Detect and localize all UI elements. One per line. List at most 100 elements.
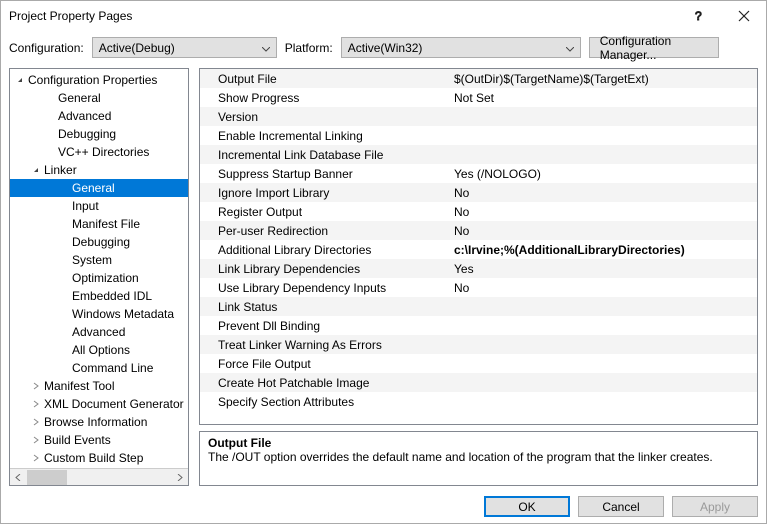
tree-item-label: Advanced bbox=[58, 109, 111, 123]
property-row[interactable]: Incremental Link Database File bbox=[200, 145, 757, 164]
tree-item-label: Input bbox=[72, 199, 99, 213]
scroll-right-icon[interactable] bbox=[171, 469, 188, 486]
property-row[interactable]: Suppress Startup BannerYes (/NOLOGO) bbox=[200, 164, 757, 183]
help-box: Output File The /OUT option overrides th… bbox=[199, 431, 758, 486]
tree-item-label: Debugging bbox=[72, 235, 130, 249]
chevron-down-icon[interactable] bbox=[14, 74, 26, 86]
tree-item-label: Advanced bbox=[72, 325, 125, 339]
property-row[interactable]: Link Status bbox=[200, 297, 757, 316]
tree-item[interactable]: All Options bbox=[10, 341, 188, 359]
tree-item-label: Browse Information bbox=[44, 415, 147, 429]
tree-item[interactable]: General bbox=[10, 179, 188, 197]
config-manager-button[interactable]: Configuration Manager... bbox=[589, 37, 719, 58]
scroll-left-icon[interactable] bbox=[10, 469, 27, 486]
property-value[interactable]: Yes bbox=[450, 262, 757, 276]
property-row[interactable]: Show ProgressNot Set bbox=[200, 88, 757, 107]
chevron-right-icon[interactable] bbox=[30, 380, 42, 392]
cancel-button[interactable]: Cancel bbox=[578, 496, 664, 517]
tree-item[interactable]: Build Events bbox=[10, 431, 188, 449]
property-value[interactable]: Not Set bbox=[450, 91, 757, 105]
help-body: The /OUT option overrides the default na… bbox=[208, 450, 749, 464]
tree-horizontal-scrollbar[interactable] bbox=[10, 468, 188, 485]
tree-item[interactable]: General bbox=[10, 89, 188, 107]
tree-item-label: Embedded IDL bbox=[72, 289, 152, 303]
tree-item-label: Linker bbox=[44, 163, 77, 177]
tree-item-label: Custom Build Step bbox=[44, 451, 143, 465]
tree-item[interactable]: Linker bbox=[10, 161, 188, 179]
title-bar: Project Property Pages ? bbox=[1, 1, 766, 31]
apply-label: Apply bbox=[700, 500, 730, 514]
tree-item[interactable]: Embedded IDL bbox=[10, 287, 188, 305]
tree-item[interactable]: Command Line bbox=[10, 359, 188, 377]
property-name: Link Status bbox=[200, 300, 450, 314]
tree-item[interactable]: Manifest File bbox=[10, 215, 188, 233]
tree-item[interactable]: VC++ Directories bbox=[10, 143, 188, 161]
tree-item[interactable]: System bbox=[10, 251, 188, 269]
platform-label: Platform: bbox=[285, 41, 333, 55]
tree-item[interactable]: Debugging bbox=[10, 233, 188, 251]
tree-item[interactable]: Input bbox=[10, 197, 188, 215]
chevron-right-icon[interactable] bbox=[30, 434, 42, 446]
property-name: Specify Section Attributes bbox=[200, 395, 450, 409]
property-value[interactable]: No bbox=[450, 205, 757, 219]
tree-item[interactable]: Manifest Tool bbox=[10, 377, 188, 395]
tree-item[interactable]: XML Document Generator bbox=[10, 395, 188, 413]
property-value[interactable]: No bbox=[450, 224, 757, 238]
tree-item[interactable]: Advanced bbox=[10, 107, 188, 125]
apply-button[interactable]: Apply bbox=[672, 496, 758, 517]
property-row[interactable]: Per-user RedirectionNo bbox=[200, 221, 757, 240]
property-row[interactable]: Register OutputNo bbox=[200, 202, 757, 221]
platform-dropdown[interactable]: Active(Win32) bbox=[341, 37, 581, 58]
tree-item-label: Manifest File bbox=[72, 217, 140, 231]
chevron-right-icon[interactable] bbox=[30, 416, 42, 428]
tree-item[interactable]: Custom Build Step bbox=[10, 449, 188, 467]
tree-item-label: General bbox=[72, 181, 115, 195]
tree-item-label: XML Document Generator bbox=[44, 397, 184, 411]
tree-item-label: Windows Metadata bbox=[72, 307, 174, 321]
property-row[interactable]: Output File$(OutDir)$(TargetName)$(Targe… bbox=[200, 69, 757, 88]
tree-item[interactable]: Windows Metadata bbox=[10, 305, 188, 323]
tree-item[interactable]: Advanced bbox=[10, 323, 188, 341]
chevron-right-icon[interactable] bbox=[30, 398, 42, 410]
property-row[interactable]: Link Library DependenciesYes bbox=[200, 259, 757, 278]
tree[interactable]: Configuration PropertiesGeneralAdvancedD… bbox=[10, 69, 188, 468]
close-button[interactable] bbox=[721, 1, 766, 31]
property-value[interactable]: No bbox=[450, 186, 757, 200]
help-icon: ? bbox=[692, 9, 706, 23]
config-label: Configuration: bbox=[9, 41, 84, 55]
tree-item-label: Manifest Tool bbox=[44, 379, 114, 393]
chevron-down-icon[interactable] bbox=[30, 164, 42, 176]
property-row[interactable]: Ignore Import LibraryNo bbox=[200, 183, 757, 202]
property-row[interactable]: Additional Library Directoriesc:\Irvine;… bbox=[200, 240, 757, 259]
property-value[interactable]: No bbox=[450, 281, 757, 295]
property-value[interactable]: c:\Irvine;%(AdditionalLibraryDirectories… bbox=[450, 243, 757, 257]
tree-item[interactable]: Configuration Properties bbox=[10, 71, 188, 89]
chevron-down-icon bbox=[262, 41, 270, 55]
tree-item[interactable]: Optimization bbox=[10, 269, 188, 287]
property-name: Show Progress bbox=[200, 91, 450, 105]
property-row[interactable]: Treat Linker Warning As Errors bbox=[200, 335, 757, 354]
property-name: Treat Linker Warning As Errors bbox=[200, 338, 450, 352]
property-value[interactable]: Yes (/NOLOGO) bbox=[450, 167, 757, 181]
property-value[interactable]: $(OutDir)$(TargetName)$(TargetExt) bbox=[450, 72, 757, 86]
main-area: Configuration PropertiesGeneralAdvancedD… bbox=[1, 68, 766, 486]
tree-item-label: Command Line bbox=[72, 361, 153, 375]
property-name: Ignore Import Library bbox=[200, 186, 450, 200]
property-row[interactable]: Use Library Dependency InputsNo bbox=[200, 278, 757, 297]
tree-item[interactable]: Debugging bbox=[10, 125, 188, 143]
property-row[interactable]: Create Hot Patchable Image bbox=[200, 373, 757, 392]
property-row[interactable]: Enable Incremental Linking bbox=[200, 126, 757, 145]
property-row[interactable]: Force File Output bbox=[200, 354, 757, 373]
tree-item[interactable]: Browse Information bbox=[10, 413, 188, 431]
scrollbar-thumb[interactable] bbox=[27, 470, 67, 485]
help-button[interactable]: ? bbox=[676, 1, 721, 31]
chevron-right-icon[interactable] bbox=[30, 452, 42, 464]
property-row[interactable]: Specify Section Attributes bbox=[200, 392, 757, 411]
property-row[interactable]: Version bbox=[200, 107, 757, 126]
property-name: Prevent Dll Binding bbox=[200, 319, 450, 333]
property-grid[interactable]: Output File$(OutDir)$(TargetName)$(Targe… bbox=[199, 68, 758, 425]
config-row: Configuration: Active(Debug) Platform: A… bbox=[1, 31, 766, 68]
property-row[interactable]: Prevent Dll Binding bbox=[200, 316, 757, 335]
ok-button[interactable]: OK bbox=[484, 496, 570, 517]
config-dropdown[interactable]: Active(Debug) bbox=[92, 37, 277, 58]
